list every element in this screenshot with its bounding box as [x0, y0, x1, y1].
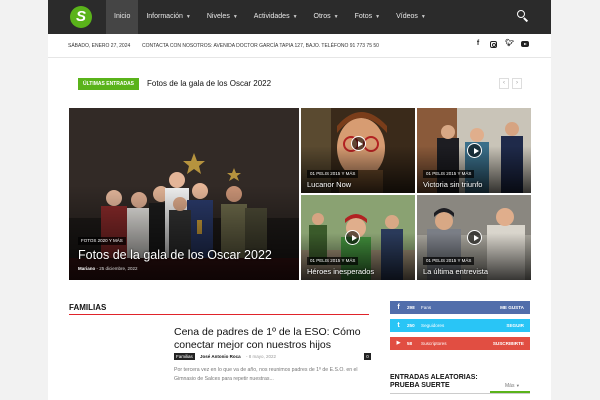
- article-comment-count[interactable]: 0: [364, 353, 371, 360]
- twitter-label: Seguidores: [421, 323, 445, 328]
- facebook-counter[interactable]: f 298 Fans ME GUSTA: [390, 301, 530, 314]
- article-excerpt: Por tercera vez en lo que va de año, nos…: [174, 367, 358, 382]
- article-thumbnail[interactable]: [69, 324, 157, 400]
- youtube-counter[interactable]: ▶ 58 Suscriptores SUSCRIBIRTE: [390, 337, 530, 350]
- random-posts-accent: [490, 391, 530, 393]
- site-logo[interactable]: S: [70, 6, 92, 28]
- featured-small-tile[interactable]: 01 PELIS 2015 Y MÁS Lucanor Now: [301, 108, 415, 193]
- featured-small-category[interactable]: 01 PELIS 2015 Y MÁS: [307, 170, 359, 178]
- info-bar: SÁBADO, ENERO 27, 2024 CONTACTA CON NOSO…: [48, 34, 551, 58]
- nav-item-inicio[interactable]: Inicio: [106, 0, 139, 34]
- featured-small-title[interactable]: Lucanor Now: [307, 180, 351, 189]
- nav-item-niveles[interactable]: Niveles ▼: [199, 0, 246, 34]
- random-posts-heading: ENTRADAS ALEATORIAS: PRUEBA SUERTE: [390, 374, 478, 389]
- play-icon[interactable]: [351, 136, 366, 151]
- play-icon[interactable]: [467, 230, 482, 245]
- chevron-down-icon: ▼: [375, 14, 381, 20]
- more-label: Más: [505, 383, 515, 389]
- article-meta: Familias José Antonio Roca - 8 mayo, 202…: [174, 353, 371, 361]
- featured-small-title[interactable]: Victoria sin triunfo: [423, 180, 482, 189]
- youtube-icon[interactable]: [521, 41, 529, 47]
- ticker-prev-button[interactable]: ‹: [499, 78, 509, 89]
- nav-item-label: Niveles: [206, 13, 230, 20]
- ticker-badge: ÚLTIMAS ENTRADAS: [78, 78, 140, 90]
- nav-item-informacion[interactable]: Información ▼: [138, 0, 199, 34]
- facebook-like-button[interactable]: ME GUSTA: [500, 305, 524, 310]
- nav-item-videos[interactable]: Vídeos ▼: [388, 0, 434, 34]
- nav-item-label: Inicio: [114, 13, 131, 20]
- featured-small-category[interactable]: 01 PELIS 2015 Y MÁS: [423, 170, 475, 178]
- facebook-icon: f: [397, 304, 400, 311]
- nav-item-fotos[interactable]: Fotos ▼: [347, 0, 388, 34]
- youtube-subscribe-button[interactable]: SUSCRIBIRTE: [493, 341, 524, 346]
- featured-small-title[interactable]: Héroes inesperados: [307, 267, 374, 276]
- article-title[interactable]: Cena de padres de 1º de la ESO: Cómo con…: [174, 326, 372, 352]
- nav-item-label: Fotos: [354, 13, 373, 20]
- main-menu: Inicio Información ▼ Niveles ▼ Actividades ▼ Ot…: [106, 0, 434, 34]
- nav-item-label: Otros: [313, 13, 331, 20]
- facebook-icon[interactable]: f: [474, 40, 482, 48]
- familias-divider: [69, 314, 369, 315]
- search-icon[interactable]: [517, 10, 529, 22]
- main-content: ÚLTIMAS ENTRADAS Fotos de la gala de los…: [48, 58, 551, 400]
- twitter-icon[interactable]: 🐦︎: [505, 40, 514, 48]
- twitter-counter[interactable]: t 250 Seguidores SEGUIR: [390, 319, 530, 332]
- featured-small-tile[interactable]: 01 PELIS 2015 Y MÁS La última entrevista: [417, 195, 531, 280]
- nav-item-label: Información: [146, 13, 183, 20]
- instagram-icon[interactable]: [490, 40, 497, 48]
- facebook-count: 298: [407, 305, 415, 310]
- top-navigation: S Inicio Información ▼ Niveles ▼ Actividades ▼…: [48, 0, 551, 34]
- featured-small-tile[interactable]: 01 PELIS 2015 Y MÁS Héroes inesperados: [301, 195, 415, 280]
- social-links: f 🐦︎: [474, 40, 529, 48]
- chevron-down-icon: ▼: [420, 14, 426, 20]
- random-posts-more-dropdown[interactable]: Más ▼: [505, 383, 520, 389]
- twitter-follow-button[interactable]: SEGUIR: [506, 323, 524, 328]
- youtube-count: 58: [407, 341, 413, 346]
- twitter-count: 250: [407, 323, 415, 328]
- random-posts-divider: [390, 393, 530, 394]
- chevron-down-icon: ▼: [515, 383, 520, 388]
- nav-item-otros[interactable]: Otros ▼: [306, 0, 347, 34]
- article-author[interactable]: José Antonio Roca: [200, 354, 241, 359]
- featured-small-category[interactable]: 01 PELIS 2015 Y MÁS: [307, 257, 359, 265]
- chevron-down-icon: ▼: [232, 14, 238, 20]
- article-date: - 8 mayo, 2022: [246, 354, 277, 359]
- current-date: SÁBADO, ENERO 27, 2024: [68, 43, 131, 49]
- chevron-down-icon: ▼: [333, 14, 339, 20]
- featured-big-author[interactable]: Mariano: [78, 266, 95, 271]
- nav-item-label: Vídeos: [396, 13, 418, 20]
- latest-posts-ticker: ÚLTIMAS ENTRADAS Fotos de la gala de los…: [78, 78, 522, 92]
- featured-small-title[interactable]: La última entrevista: [423, 267, 488, 276]
- featured-big-tile[interactable]: FOTOS 2020 Y MÁS Fotos de la gala de los…: [69, 108, 299, 280]
- ticker-next-button[interactable]: ›: [512, 78, 522, 89]
- youtube-label: Suscriptores: [421, 341, 447, 346]
- familias-heading[interactable]: FAMILIAS: [69, 303, 106, 312]
- nav-item-label: Actividades: [253, 13, 290, 20]
- chevron-down-icon: ▼: [292, 14, 298, 20]
- play-icon[interactable]: [345, 230, 360, 245]
- article-category-tag[interactable]: Familias: [174, 353, 195, 360]
- featured-small-tile[interactable]: 01 PELIS 2015 Y MÁS Victoria sin triunfo: [417, 108, 531, 193]
- featured-big-title[interactable]: Fotos de la gala de los Oscar 2022: [78, 248, 272, 262]
- chevron-down-icon: ▼: [185, 14, 191, 20]
- play-icon[interactable]: [467, 143, 482, 158]
- youtube-icon: ▶: [396, 340, 401, 346]
- nav-item-actividades[interactable]: Actividades ▼: [246, 0, 306, 34]
- featured-small-category[interactable]: 01 PELIS 2015 Y MÁS: [423, 257, 475, 265]
- facebook-label: Fans: [421, 305, 432, 310]
- twitter-icon: t: [397, 322, 400, 329]
- featured-big-meta: Mariano - 25 diciembre, 2022: [78, 266, 138, 271]
- ticker-post-link[interactable]: Fotos de la gala de los Oscar 2022: [147, 79, 271, 88]
- featured-big-category[interactable]: FOTOS 2020 Y MÁS: [78, 237, 126, 245]
- featured-big-date: - 25 diciembre, 2022: [96, 266, 138, 271]
- contact-info: CONTACTA CON NOSOTROS: AVENIDA DOCTOR GA…: [142, 43, 379, 49]
